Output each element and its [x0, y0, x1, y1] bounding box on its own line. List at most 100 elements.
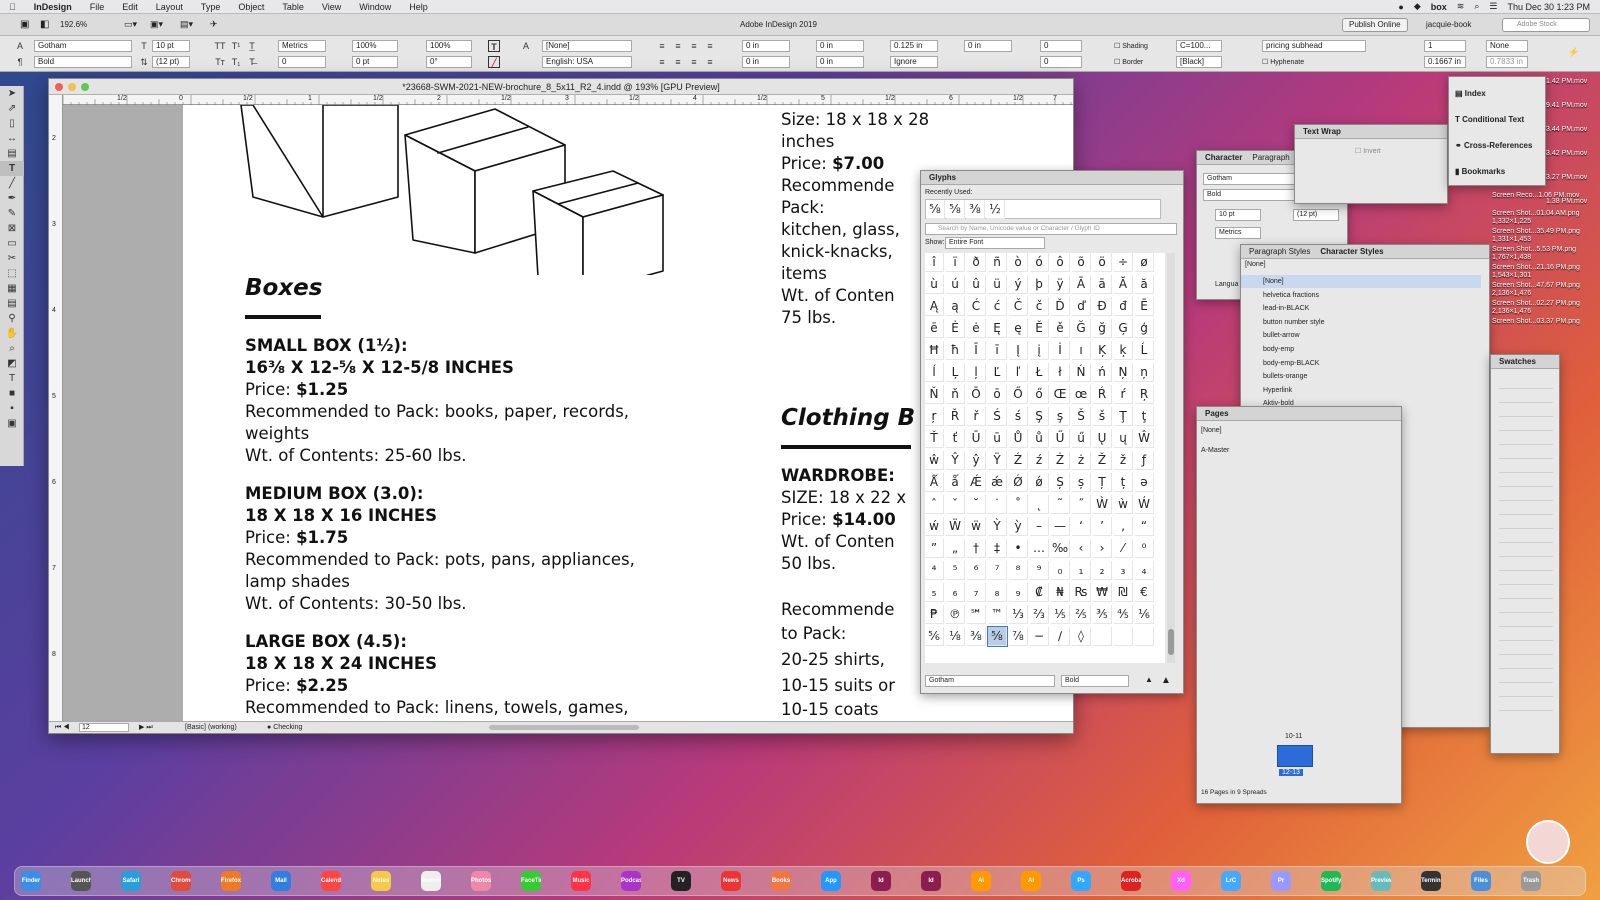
glyph-cell[interactable]: Ś [988, 407, 1007, 426]
glyph-cell[interactable]: ö [1093, 253, 1112, 272]
glyph-cell[interactable]: ǻ [946, 473, 965, 492]
publish-online-button[interactable]: Publish Online [1342, 18, 1408, 32]
next-page-button[interactable]: ▶ ⏭ [139, 722, 153, 734]
glyph-cell[interactable]: ś [1009, 407, 1028, 426]
glyph-cell[interactable]: ‹ [1072, 539, 1091, 558]
vertical-scale-field[interactable]: 100% [352, 40, 398, 52]
character-formatting-icon[interactable]: A [14, 40, 26, 52]
glyph-cell[interactable]: Ř [946, 407, 965, 426]
character-kerning-field[interactable]: Metrics [1215, 227, 1261, 239]
baseline-shift-field[interactable]: 0 pt [352, 56, 398, 68]
dropbox-icon[interactable]: ◆ [1414, 1, 1421, 12]
glyph-cell[interactable]: Ť [925, 429, 944, 448]
glyph-cell[interactable]: Ů [1009, 429, 1028, 448]
glyph-cell[interactable]: ť [946, 429, 965, 448]
swatch-row[interactable] [1499, 449, 1553, 459]
style-list-item[interactable]: [None] [1241, 275, 1481, 288]
indesign-icon[interactable]: ◧ [40, 19, 49, 30]
dock-app-icon[interactable]: News [721, 871, 741, 891]
strikethrough-button[interactable]: T̶ [246, 56, 258, 68]
character-size-field[interactable]: 10 pt [1215, 209, 1261, 221]
glyph-cell[interactable]: Ū [967, 429, 986, 448]
working-style[interactable]: [Basic] (working) [185, 722, 237, 734]
glyph-cell[interactable] [1135, 627, 1154, 646]
apple-menu-icon[interactable]:  [0, 2, 25, 12]
glyph-cell[interactable]: Ŵ [1135, 429, 1154, 448]
recent-glyph[interactable]: ⅝ [946, 200, 965, 219]
desktop-file-name[interactable]: Screen Shot...02.27 PM.png [1492, 300, 1600, 308]
glyph-cell[interactable]: ÷ [1114, 253, 1133, 272]
glyph-cell[interactable]: ď [1072, 297, 1091, 316]
glyph-cell[interactable]: Ń [1072, 363, 1091, 382]
note-tool-icon[interactable]: ▤ [0, 296, 24, 311]
glyph-cell[interactable]: ⅘ [1114, 605, 1133, 624]
glyph-cell[interactable]: ˚ [1009, 495, 1028, 514]
menu-edit[interactable]: Edit [113, 2, 147, 12]
dock-index[interactable]: ▤ Index [1455, 89, 1486, 98]
font-size-field[interactable]: 10 pt [152, 40, 190, 52]
dock-app-icon[interactable]: Mail [271, 871, 291, 891]
active-spread-thumbnail[interactable] [1277, 745, 1313, 767]
dock-app-icon[interactable]: Id [921, 871, 941, 891]
glyph-cell[interactable]: ” [925, 539, 944, 558]
glyph-cell[interactable]: ļ [967, 363, 986, 382]
menu-view[interactable]: View [313, 2, 350, 12]
shading-color-field[interactable]: C=100... [1176, 40, 1222, 52]
glyph-cell[interactable]: Ğ [1072, 319, 1091, 338]
dock-app-icon[interactable]: Pr [1271, 871, 1291, 891]
glyph-cell[interactable]: ₦ [1051, 583, 1070, 602]
preflight-status[interactable]: ● Checking [267, 722, 302, 734]
justify-center-button[interactable]: ≡ [672, 56, 684, 68]
glyph-cell[interactable]: − [1030, 627, 1049, 646]
glyph-cell[interactable]: ø [1135, 253, 1154, 272]
glyph-cell[interactable]: Ņ [1114, 363, 1133, 382]
glyph-cell[interactable]: ˙ [988, 495, 1007, 514]
superscript-button[interactable]: T¹ [230, 40, 242, 52]
selection-tool-icon[interactable]: ➤ [0, 86, 24, 101]
glyph-cell[interactable]: Ę [988, 319, 1007, 338]
glyph-cell[interactable]: ð [967, 253, 986, 272]
dock-app-icon[interactable]: Files [1471, 871, 1491, 891]
swatch-row[interactable] [1499, 435, 1553, 445]
skew-field[interactable]: 0° [426, 56, 472, 68]
desktop-file-label[interactable]: 3.27 PM.mov [1546, 174, 1600, 182]
dock-cross-references[interactable]: ⚭ Cross-References [1455, 141, 1532, 150]
glyph-cell[interactable]: Ō [967, 385, 986, 404]
glyph-cell[interactable]: † [967, 539, 986, 558]
dock-app-icon[interactable]: Ai [971, 871, 991, 891]
justify-left-button[interactable]: ≡ [656, 56, 668, 68]
glyph-cell[interactable]: ⁰ [1135, 539, 1154, 558]
glyph-cell[interactable]: ą [946, 297, 965, 316]
right-indent-field[interactable]: 0 in [816, 40, 864, 52]
record-icon[interactable]: ● [1398, 2, 1403, 12]
glyph-cell[interactable]: Ǻ [925, 473, 944, 492]
font-family-field[interactable]: Gotham [34, 40, 132, 52]
glyph-cell[interactable]: ’ [1093, 517, 1112, 536]
glyph-cell[interactable]: ę [1009, 319, 1028, 338]
swatch-row[interactable] [1499, 589, 1553, 599]
glyph-cell[interactable]: Ň [925, 385, 944, 404]
desktop-file-label[interactable]: 1.42 PM.mov [1546, 78, 1600, 86]
glyph-search-input[interactable]: Search by Name, Unicode value or Charact… [925, 223, 1177, 235]
glyph-cell[interactable]: ğ [1093, 319, 1112, 338]
glyph-cell[interactable]: ě [1051, 319, 1070, 338]
glyph-cell[interactable]: ŵ [925, 451, 944, 470]
glyph-cell[interactable]: Ų [1093, 429, 1112, 448]
pencil-tool-icon[interactable]: ✎ [0, 206, 24, 221]
glyph-cell[interactable]: Ľ [988, 363, 1007, 382]
glyph-cell[interactable]: š [1093, 407, 1112, 426]
glyph-cell[interactable]: ŗ [925, 407, 944, 426]
glyph-cell[interactable]: Ǿ [1009, 473, 1028, 492]
align-center-button[interactable]: ≡ [672, 40, 684, 52]
glyph-cell[interactable]: ə [1135, 473, 1154, 492]
glyph-cell[interactable]: î [925, 253, 944, 272]
glyph-cell[interactable]: Ē [1135, 297, 1154, 316]
tracking-field[interactable]: 0 [278, 56, 326, 68]
glyph-cell[interactable]: ⅓ [1009, 605, 1028, 624]
type-tool-icon[interactable]: T [0, 161, 24, 176]
dock-app-icon[interactable]: Terminal [1421, 871, 1441, 891]
glyph-cell[interactable]: ⅙ [1135, 605, 1154, 624]
view-options-icon[interactable]: ▭▾ [124, 19, 137, 30]
glyph-cell[interactable]: ż [1072, 451, 1091, 470]
swatch-row[interactable] [1499, 379, 1553, 389]
